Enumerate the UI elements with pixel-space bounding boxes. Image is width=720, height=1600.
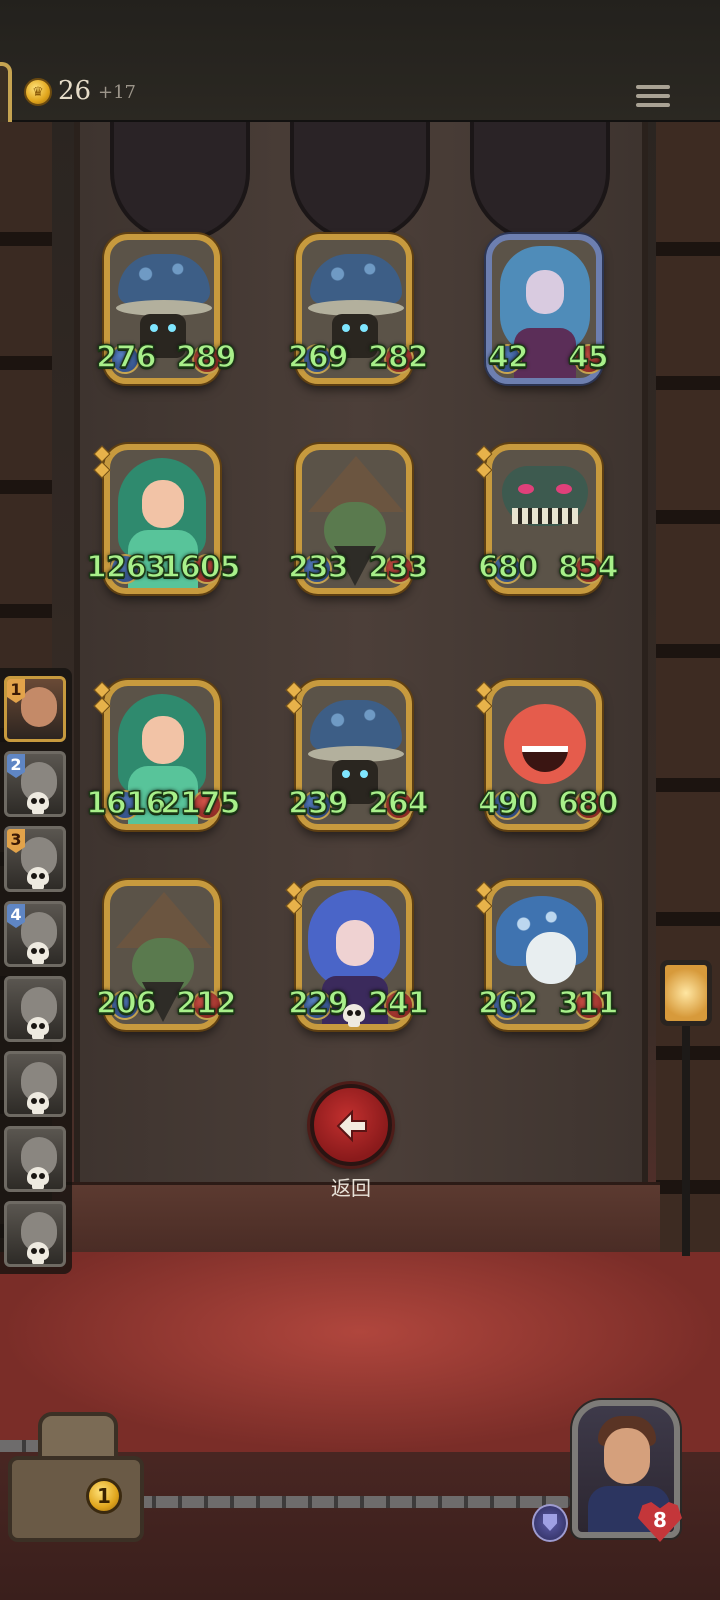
roster-slot[interactable]: 2 (4, 751, 66, 817)
monster-card[interactable]: 1616 2175 (85, 680, 241, 830)
health-value: 289 (175, 339, 237, 376)
back-label: 返回 (331, 1176, 371, 1200)
roster-slot[interactable] (4, 976, 66, 1042)
monster-card[interactable]: 276 289 (95, 234, 237, 384)
health-value: 233 (367, 549, 429, 586)
attack-value: 1616 (85, 785, 167, 822)
roster-slot[interactable] (4, 1201, 66, 1267)
health-value: 241 (367, 985, 429, 1022)
party-roster: 1 2 3 4 (0, 668, 72, 1274)
hamburger-menu-icon[interactable] (636, 80, 670, 114)
monster-card[interactable]: 262 311 (475, 880, 619, 1030)
monster-card[interactable]: 1263 1605 (85, 444, 241, 594)
street-lamp (660, 900, 712, 1260)
treasure-chest[interactable]: 1 (8, 1412, 144, 1542)
attack-value: 42 (487, 339, 529, 376)
attack-value: 276 (95, 339, 157, 376)
skull-icon (27, 1167, 49, 1189)
skull-icon (343, 1004, 365, 1028)
monster-card[interactable]: 680 854 (475, 444, 619, 594)
monster-card[interactable]: 233 233 (287, 444, 429, 594)
hero-mini-portrait (21, 687, 57, 727)
attack-value: 490 (477, 785, 539, 822)
coin-count: 26 (58, 76, 92, 106)
top-bar: ♛ 26 +17 (0, 0, 720, 122)
monster-card[interactable]: 490 680 (475, 680, 619, 830)
health-value: 212 (175, 985, 237, 1022)
roster-slot[interactable] (4, 1051, 66, 1117)
health-value: 2175 (159, 785, 241, 822)
health-value: 282 (367, 339, 429, 376)
skull-icon (27, 792, 49, 814)
health-value: 45 (567, 339, 609, 376)
coin-bonus: +17 (98, 82, 136, 103)
skull-icon (27, 942, 49, 964)
health-value: 854 (557, 549, 619, 586)
skull-icon (27, 1017, 49, 1039)
monster-card[interactable]: 42 45 (486, 234, 609, 384)
attack-value: 229 (287, 985, 349, 1022)
monster-card[interactable]: 229 241 (285, 880, 429, 1030)
roster-slot[interactable]: 4 (4, 901, 66, 967)
health-value: 680 (557, 785, 619, 822)
chain-decoration (130, 1496, 570, 1508)
health-value: 264 (367, 785, 429, 822)
arrow-left-icon (336, 1109, 367, 1143)
monster-card[interactable]: 239 264 (285, 680, 429, 830)
roster-slot[interactable]: 1 (4, 676, 66, 742)
crown-coin-icon: ♛ (24, 78, 52, 106)
attack-value: 262 (477, 985, 539, 1022)
attack-value: 1263 (85, 549, 167, 586)
skull-icon (27, 1242, 49, 1264)
hero-health: 8 (653, 1508, 667, 1532)
skull-icon (27, 867, 49, 889)
chest-count-badge: 1 (86, 1478, 122, 1514)
attack-value: 239 (287, 785, 349, 822)
roster-slot[interactable]: 3 (4, 826, 66, 892)
attack-value: 680 (477, 549, 539, 586)
roster-slot[interactable] (4, 1126, 66, 1192)
back-button[interactable] (310, 1084, 392, 1166)
attack-value: 233 (287, 549, 349, 586)
skull-icon (27, 1092, 49, 1114)
monster-card[interactable]: 206 212 (95, 880, 237, 1030)
monster-card[interactable]: 269 282 (287, 234, 429, 384)
shield-icon (532, 1504, 568, 1542)
health-value: 311 (557, 985, 619, 1022)
health-value: 1605 (159, 549, 241, 586)
attack-value: 269 (287, 339, 349, 376)
attack-value: 206 (95, 985, 157, 1022)
